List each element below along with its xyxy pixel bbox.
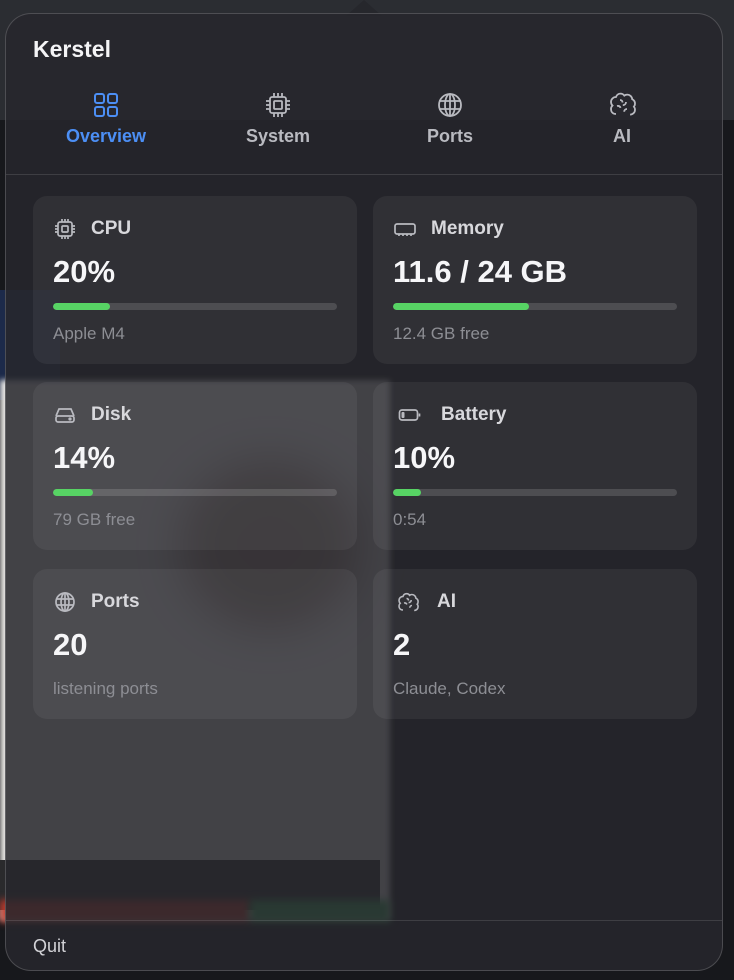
disk-usage-value: 14% — [53, 440, 116, 475]
tab-system[interactable]: System — [208, 86, 348, 166]
cpu-card[interactable]: CPU 20% Apple M4 — [33, 196, 357, 364]
menu-bar-popover: Kerstel Overview System Ports AI CPU 20%… — [5, 13, 723, 971]
disk-icon — [55, 408, 75, 423]
disk-card[interactable]: Disk 14% 79 GB free — [33, 382, 357, 550]
battery-card-title: Battery — [441, 404, 507, 425]
ports-caption: listening ports — [53, 679, 158, 698]
tab-ai[interactable]: AI — [552, 86, 692, 166]
memory-free: 12.4 GB free — [393, 324, 490, 343]
battery-time-remaining: 0:54 — [393, 510, 427, 529]
tab-ports[interactable]: Ports — [380, 86, 520, 166]
battery-level-bar — [393, 489, 677, 496]
ai-card[interactable]: AI 2 Claude, Codex — [373, 569, 697, 719]
tab-bar: Overview System Ports AI — [6, 86, 722, 176]
brain-icon — [398, 592, 419, 612]
memory-card[interactable]: Memory 11.6 / 24 GB 12.4 GB free — [373, 196, 697, 364]
quit-button[interactable]: Quit — [33, 936, 66, 957]
tab-overview[interactable]: Overview — [36, 86, 176, 166]
disk-card-title: Disk — [91, 404, 132, 425]
memory-usage-value: 11.6 / 24 GB — [393, 254, 568, 289]
footer-divider — [6, 920, 722, 921]
tab-ai-label: AI — [613, 126, 631, 146]
memory-card-title: Memory — [431, 218, 504, 239]
chip-icon — [266, 93, 290, 117]
ports-card[interactable]: Ports 20 listening ports — [33, 569, 357, 719]
globe-icon — [438, 93, 462, 117]
ai-agents-list: Claude, Codex — [393, 679, 506, 698]
globe-icon — [55, 592, 75, 612]
cpu-card-title: CPU — [91, 218, 132, 239]
tab-divider — [6, 174, 722, 175]
memory-usage-bar — [393, 303, 677, 310]
memory-icon — [394, 223, 416, 236]
tab-ports-label: Ports — [426, 126, 473, 146]
listening-ports-count: 20 — [53, 627, 88, 662]
disk-usage-bar — [53, 489, 337, 496]
tab-overview-label: Overview — [65, 126, 147, 146]
cpu-icon — [55, 219, 75, 239]
battery-icon — [398, 409, 421, 421]
cpu-usage-value: 20% — [53, 254, 116, 289]
tab-system-label: System — [245, 126, 311, 146]
ports-card-title: Ports — [91, 591, 140, 612]
ai-agents-count: 2 — [393, 627, 411, 662]
app-title: Kerstel — [33, 36, 111, 62]
brain-icon — [610, 92, 636, 116]
disk-free: 79 GB free — [53, 510, 136, 529]
cpu-model: Apple M4 — [53, 324, 125, 343]
grid-icon — [94, 93, 118, 117]
ai-card-title: AI — [437, 591, 456, 612]
battery-level-value: 10% — [393, 440, 456, 475]
cpu-usage-bar — [53, 303, 337, 310]
battery-card[interactable]: Battery 10% 0:54 — [373, 382, 697, 550]
